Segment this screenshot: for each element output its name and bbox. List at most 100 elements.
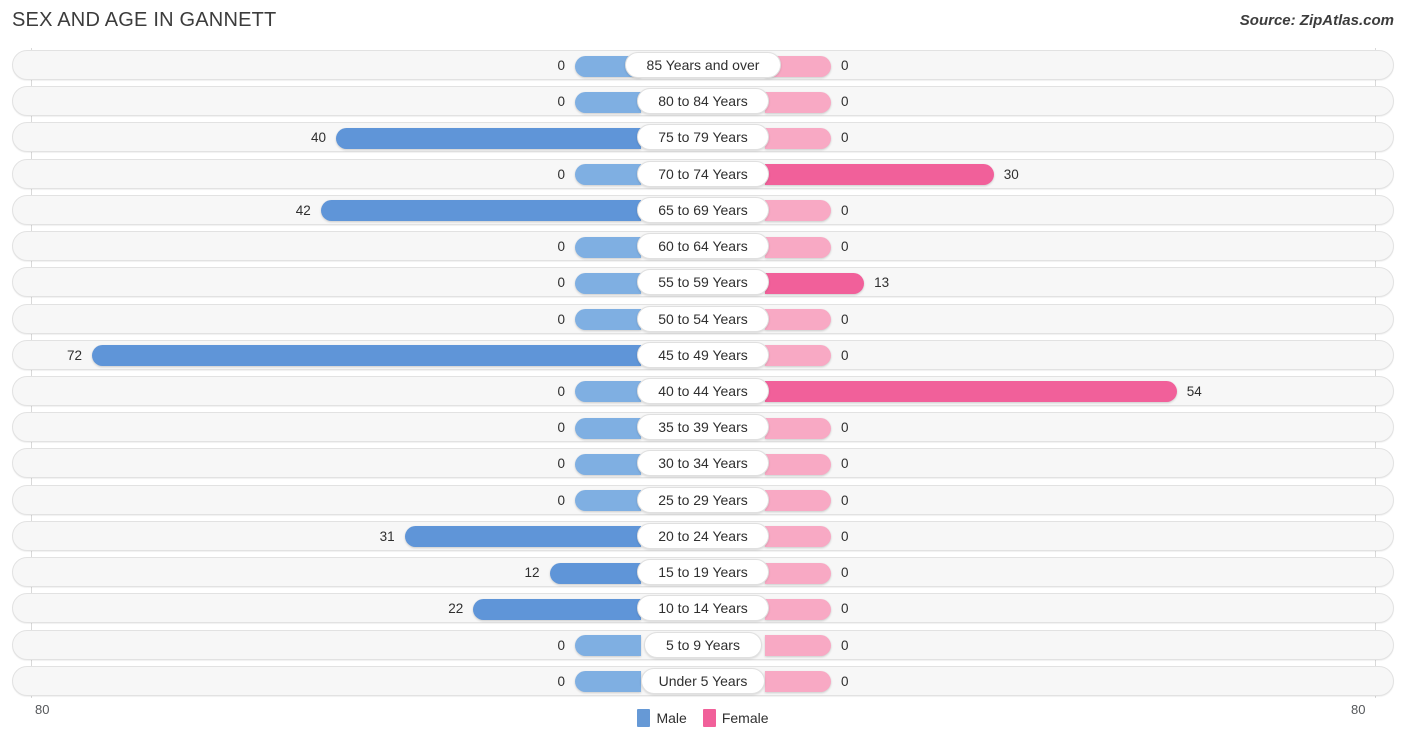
age-group-label-pill[interactable]: 35 to 39 Years bbox=[636, 414, 770, 441]
age-group-label: 30 to 34 Years bbox=[658, 455, 748, 472]
female-bar[interactable] bbox=[765, 490, 831, 512]
female-value-label: 0 bbox=[841, 130, 849, 146]
page-title: SEX AND AGE IN GANNETT bbox=[12, 9, 277, 31]
chart-row: 0 54 40 to 44 Years bbox=[0, 374, 1406, 410]
age-group-label-pill[interactable]: 80 to 84 Years bbox=[636, 88, 770, 115]
male-value-label: 12 bbox=[524, 565, 540, 581]
male-bar[interactable] bbox=[575, 417, 641, 439]
age-group-label: 50 to 54 Years bbox=[658, 310, 748, 327]
age-group-label: 65 to 69 Years bbox=[658, 201, 748, 218]
female-bar[interactable] bbox=[765, 562, 831, 584]
age-group-label-pill[interactable]: 50 to 54 Years bbox=[636, 305, 770, 332]
female-bar[interactable] bbox=[765, 381, 1177, 403]
male-value-label: 0 bbox=[557, 492, 565, 508]
male-value-label: 0 bbox=[557, 673, 565, 689]
male-bar[interactable] bbox=[575, 671, 641, 693]
female-value-label: 0 bbox=[841, 456, 849, 472]
male-value-label: 0 bbox=[557, 58, 565, 73]
male-value-label: 0 bbox=[557, 383, 565, 399]
chart-row: 12 0 15 to 19 Years bbox=[0, 555, 1406, 591]
age-group-label-pill[interactable]: 60 to 64 Years bbox=[636, 233, 770, 260]
male-value-label: 0 bbox=[557, 94, 565, 110]
male-bar[interactable] bbox=[404, 526, 641, 548]
male-value-label: 0 bbox=[557, 420, 565, 436]
male-bar[interactable] bbox=[549, 562, 641, 584]
age-group-label: 25 to 29 Years bbox=[658, 491, 748, 508]
chart-rows: 0 0 85 Years and over 0 0 80 to 84 Years 40 0 75… bbox=[0, 48, 1406, 700]
female-bar[interactable] bbox=[765, 453, 831, 475]
female-bar[interactable] bbox=[765, 127, 831, 149]
male-bar[interactable] bbox=[575, 236, 641, 258]
source-attribution: Source: ZipAtlas.com bbox=[1239, 12, 1394, 29]
age-group-label-pill[interactable]: 5 to 9 Years bbox=[644, 631, 762, 658]
male-bar[interactable] bbox=[575, 381, 641, 403]
female-value-label: 0 bbox=[841, 673, 849, 689]
age-group-label-pill[interactable]: 15 to 19 Years bbox=[636, 559, 770, 586]
female-bar[interactable] bbox=[765, 91, 831, 113]
female-bar[interactable] bbox=[765, 272, 865, 294]
age-group-label: 85 Years and over bbox=[646, 57, 760, 73]
female-bar[interactable] bbox=[765, 345, 831, 367]
male-bar[interactable] bbox=[473, 598, 641, 620]
age-group-label: 60 to 64 Years bbox=[658, 238, 748, 255]
page-header: SEX AND AGE IN GANNETT Source: ZipAtlas.… bbox=[0, 0, 1406, 44]
age-group-label-pill[interactable]: Under 5 Years bbox=[640, 667, 766, 694]
female-bar[interactable] bbox=[765, 309, 831, 331]
female-bar[interactable] bbox=[765, 417, 831, 439]
female-value-label: 0 bbox=[841, 420, 849, 436]
chart-row: 72 0 45 to 49 Years bbox=[0, 338, 1406, 374]
female-value-label: 0 bbox=[841, 637, 849, 653]
male-bar[interactable] bbox=[92, 345, 641, 367]
female-value-label: 0 bbox=[841, 528, 849, 544]
male-bar[interactable] bbox=[575, 272, 641, 294]
age-group-label: 45 to 49 Years bbox=[658, 346, 748, 363]
age-group-label-pill[interactable]: 65 to 69 Years bbox=[636, 196, 770, 223]
chart-page: SEX AND AGE IN GANNETT Source: ZipAtlas.… bbox=[0, 0, 1406, 740]
age-group-label-pill[interactable]: 40 to 44 Years bbox=[636, 377, 770, 404]
male-bar[interactable] bbox=[336, 127, 641, 149]
age-group-label: 70 to 74 Years bbox=[658, 165, 748, 182]
female-bar[interactable] bbox=[765, 526, 831, 548]
male-bar[interactable] bbox=[575, 635, 641, 656]
female-value-label: 13 bbox=[874, 275, 890, 291]
age-group-label-pill[interactable]: 45 to 49 Years bbox=[636, 341, 770, 368]
male-value-label: 42 bbox=[295, 202, 311, 218]
age-group-label: 20 to 24 Years bbox=[658, 527, 748, 544]
female-color-swatch bbox=[702, 709, 716, 727]
age-group-label-pill[interactable]: 70 to 74 Years bbox=[636, 160, 770, 187]
male-value-label: 31 bbox=[379, 528, 395, 544]
age-group-label: 15 to 19 Years bbox=[658, 564, 748, 581]
female-bar[interactable] bbox=[765, 671, 831, 693]
male-bar[interactable] bbox=[575, 164, 641, 186]
female-bar[interactable] bbox=[765, 164, 994, 186]
age-group-label: 80 to 84 Years bbox=[658, 93, 748, 110]
age-group-label-pill[interactable]: 25 to 29 Years bbox=[636, 486, 770, 513]
legend-item-male[interactable]: Male bbox=[637, 709, 687, 727]
male-bar[interactable] bbox=[575, 453, 641, 475]
female-bar[interactable] bbox=[765, 598, 831, 620]
legend-item-female[interactable]: Female bbox=[702, 709, 769, 727]
male-value-label: 72 bbox=[66, 347, 82, 363]
male-bar[interactable] bbox=[575, 490, 641, 512]
chart-legend: Male Female bbox=[0, 703, 1406, 733]
female-value-label: 0 bbox=[841, 202, 849, 218]
female-bar[interactable] bbox=[765, 635, 831, 656]
legend-label-male: Male bbox=[656, 710, 687, 726]
age-group-label-pill[interactable]: 85 Years and over bbox=[625, 52, 781, 78]
age-group-label-pill[interactable]: 75 to 79 Years bbox=[636, 124, 770, 151]
chart-row: 0 0 25 to 29 Years bbox=[0, 483, 1406, 519]
age-group-label-pill[interactable]: 55 to 59 Years bbox=[636, 269, 770, 296]
chart-row: 0 0 50 to 54 Years bbox=[0, 302, 1406, 338]
female-bar[interactable] bbox=[765, 200, 831, 222]
age-group-label: 55 to 59 Years bbox=[658, 274, 748, 291]
age-group-label-pill[interactable]: 10 to 14 Years bbox=[636, 595, 770, 622]
male-bar[interactable] bbox=[575, 91, 641, 113]
age-group-label: 5 to 9 Years bbox=[666, 636, 740, 653]
male-bar[interactable] bbox=[320, 200, 641, 222]
female-value-label: 0 bbox=[841, 347, 849, 363]
female-bar[interactable] bbox=[765, 236, 831, 258]
chart-row: 22 0 10 to 14 Years bbox=[0, 591, 1406, 627]
male-bar[interactable] bbox=[575, 309, 641, 331]
age-group-label-pill[interactable]: 20 to 24 Years bbox=[636, 522, 770, 549]
age-group-label-pill[interactable]: 30 to 34 Years bbox=[636, 450, 770, 477]
